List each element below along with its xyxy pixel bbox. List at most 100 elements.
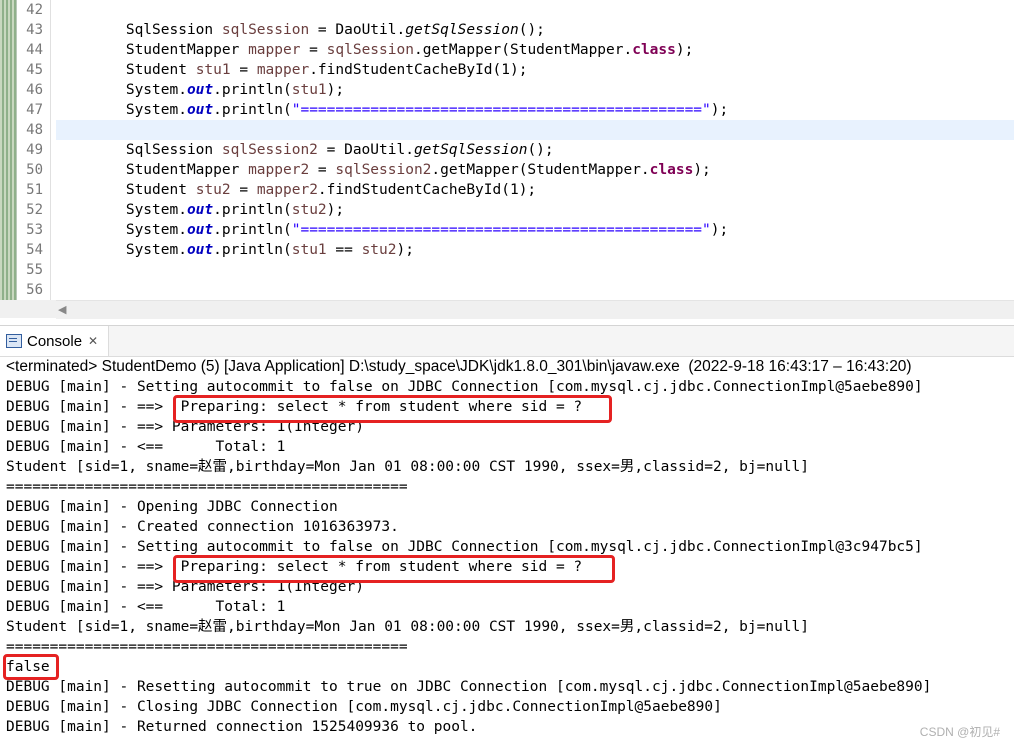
code-token: out <box>186 222 214 238</box>
code-token: stu2 <box>361 242 397 258</box>
code-token: mapper <box>248 42 301 58</box>
code-token: out <box>186 242 214 258</box>
code-token: = <box>300 42 327 58</box>
line-number: 44 <box>26 42 43 58</box>
console-icon <box>6 334 22 348</box>
console-line: DEBUG [main] - <== Total: 1 <box>6 599 286 615</box>
console-line: Student [sid=1, sname=赵雷,birthday=Mon Ja… <box>6 619 809 635</box>
tab-console[interactable]: Console ✕ <box>0 326 110 356</box>
code-token: getSqlSession <box>405 22 519 38</box>
console-line: ========================================… <box>6 479 408 495</box>
code-token: stu2 <box>291 202 327 218</box>
code-line[interactable] <box>56 120 1014 140</box>
line-number: 49 <box>26 142 43 158</box>
code-line[interactable]: System.out.println(stu1 == stu2); <box>56 240 1014 260</box>
code-token: getSqlSession <box>413 142 528 158</box>
line-number: 46 <box>26 82 43 98</box>
code-token: StudentMapper <box>56 42 249 58</box>
line-number: 55 <box>26 262 43 278</box>
code-token: sqlSession2 <box>335 162 432 178</box>
console-line: DEBUG [main] - Setting autocommit to fal… <box>6 379 923 395</box>
code-token: = <box>230 62 257 78</box>
code-token: .println( <box>213 102 292 118</box>
code-line[interactable]: System.out.println(stu2); <box>56 200 1014 220</box>
console-line: DEBUG [main] - Setting autocommit to fal… <box>6 539 923 555</box>
line-number-ruler: 42 43 44 45 46 47 48 49 50 51 52 53 54 55 56 <box>17 0 47 300</box>
console-line: DEBUG [main] - Resetting autocommit to t… <box>6 679 932 695</box>
code-token: ); <box>326 202 345 218</box>
console-status-line: <terminated> StudentDemo (5) [Java Appli… <box>6 358 912 375</box>
code-token: = <box>309 162 336 178</box>
code-token: .println( <box>213 222 292 238</box>
code-token: out <box>186 82 214 98</box>
code-token: .println( <box>213 242 292 258</box>
line-number: 45 <box>26 62 43 78</box>
code-token: .println( <box>213 202 292 218</box>
code-line[interactable]: SqlSession sqlSession2 = DaoUtil.getSqlS… <box>56 140 1014 160</box>
line-number: 42 <box>26 2 43 18</box>
code-line[interactable] <box>56 0 1014 20</box>
code-token: sqlSession <box>326 42 414 58</box>
code-token: stu1 <box>291 242 327 258</box>
code-token: mapper <box>256 62 310 78</box>
code-token: ); <box>693 162 711 178</box>
code-token: = DaoUtil. <box>317 142 414 158</box>
code-token: Student <box>56 182 196 198</box>
code-token: out <box>186 102 214 118</box>
code-token: SqlSession <box>56 22 222 38</box>
code-area[interactable]: SqlSession sqlSession = DaoUtil.getSqlSe… <box>56 0 1014 300</box>
code-token: mapper2 <box>256 182 318 198</box>
code-token: = DaoUtil. <box>309 22 406 38</box>
code-token: System. <box>56 242 187 258</box>
code-token: ); <box>710 222 729 238</box>
code-token: == <box>326 242 362 258</box>
code-token: stu1 <box>291 82 327 98</box>
code-line[interactable]: System.out.println(stu1); <box>56 80 1014 100</box>
line-number: 56 <box>26 282 43 298</box>
console-line: Student [sid=1, sname=赵雷,birthday=Mon Ja… <box>6 459 809 475</box>
code-token: ); <box>326 82 345 98</box>
scroll-left-icon[interactable]: ◀ <box>58 303 66 316</box>
code-token: .getMapper(StudentMapper. <box>431 162 650 178</box>
code-editor[interactable]: 42 43 44 45 46 47 48 49 50 51 52 53 54 55 56 SqlSessio… <box>0 0 1014 300</box>
console-line: DEBUG [main] - Closing JDBC Connection [… <box>6 699 722 715</box>
code-token: System. <box>56 202 187 218</box>
code-line[interactable]: Student stu2 = mapper2.findStudentCacheB… <box>56 180 1014 200</box>
code-line[interactable]: StudentMapper mapper2 = sqlSession2.getM… <box>56 160 1014 180</box>
code-token: .findStudentCacheById(1); <box>317 182 537 198</box>
line-number: 53 <box>26 222 43 238</box>
code-token: mapper2 <box>248 162 310 178</box>
close-icon[interactable]: ✕ <box>88 334 98 348</box>
code-line[interactable]: SqlSession sqlSession = DaoUtil.getSqlSe… <box>56 20 1014 40</box>
code-token: ); <box>396 242 414 258</box>
code-token: class <box>632 42 676 58</box>
line-number: 47 <box>26 102 43 118</box>
code-line[interactable]: System.out.println("====================… <box>56 220 1014 240</box>
console-line: false <box>6 659 50 675</box>
code-token: "=======================================… <box>291 102 711 118</box>
horizontal-scrollbar[interactable]: ◀ <box>56 300 1014 319</box>
code-token: sqlSession <box>221 22 310 38</box>
code-token: "=======================================… <box>291 222 711 238</box>
code-token: stu2 <box>195 182 231 198</box>
code-token: StudentMapper <box>56 162 249 178</box>
code-line[interactable] <box>56 280 1014 300</box>
code-token: sqlSession2 <box>221 142 318 158</box>
console-view-header: Console ✕ <box>0 325 1014 357</box>
code-token: ); <box>710 102 729 118</box>
code-line[interactable]: StudentMapper mapper = sqlSession.getMap… <box>56 40 1014 60</box>
console-line: DEBUG [main] - Opening JDBC Connection <box>6 499 338 515</box>
annotation-box-preparing-1 <box>173 395 612 423</box>
console-line: DEBUG [main] - <== Total: 1 <box>6 439 286 455</box>
line-number: 52 <box>26 202 43 218</box>
code-token: Student <box>56 62 196 78</box>
code-token: (); <box>518 22 545 38</box>
code-token: System. <box>56 222 187 238</box>
line-number: 48 <box>26 122 43 138</box>
code-line[interactable]: Student stu1 = mapper.findStudentCacheBy… <box>56 60 1014 80</box>
code-line[interactable]: System.out.println("====================… <box>56 100 1014 120</box>
gutter-bottom <box>0 300 56 318</box>
code-token: .println( <box>213 82 292 98</box>
code-token: out <box>186 202 214 218</box>
code-line[interactable] <box>56 260 1014 280</box>
